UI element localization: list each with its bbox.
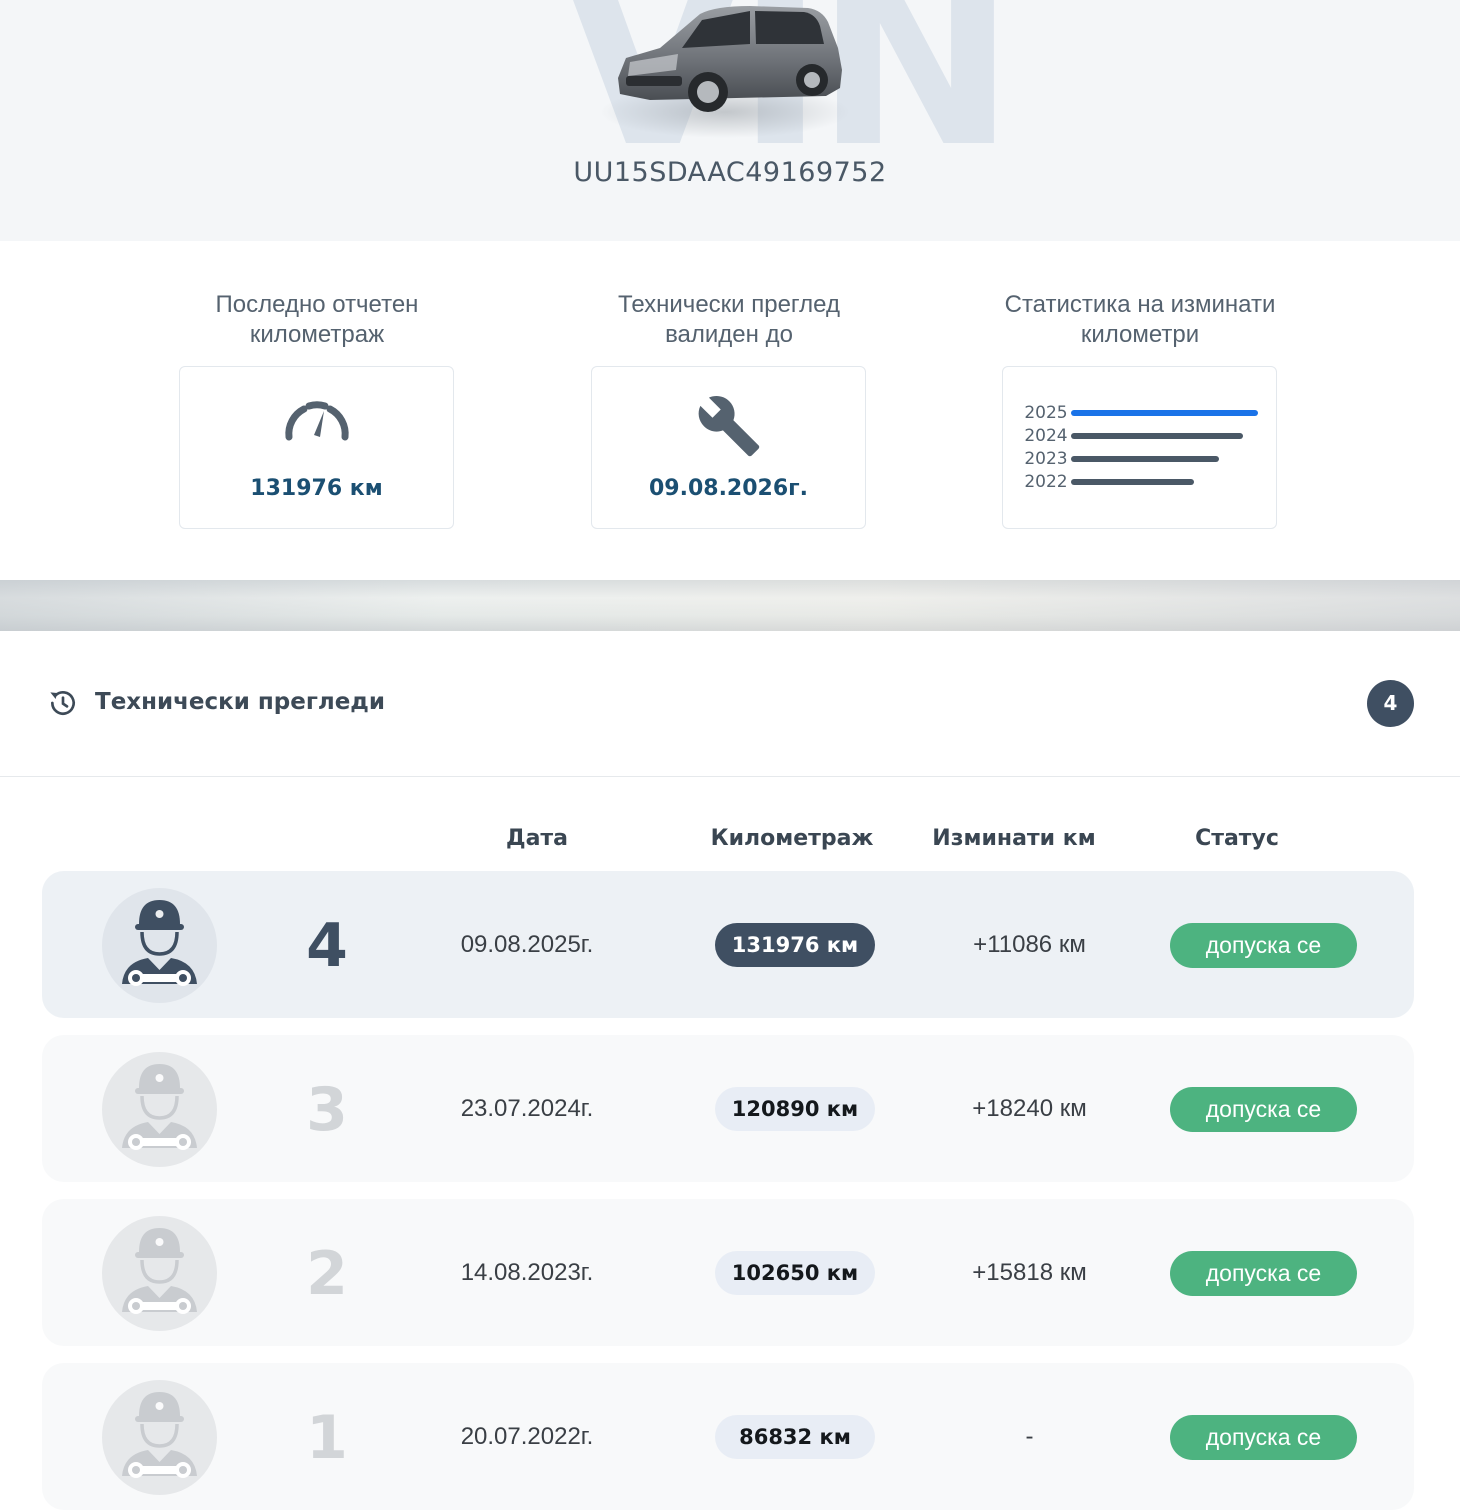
inspection-number: 2: [306, 1239, 348, 1309]
stat-title: Последно отчетен километраж: [215, 291, 419, 348]
mechanic-icon: [120, 1226, 199, 1316]
km-year-bar: [1071, 433, 1243, 439]
km-year-label: 2024: [1024, 426, 1068, 446]
km-statistics-chart[interactable]: 2025 2024 2023 2022: [1002, 366, 1277, 529]
table-row[interactable]: 2 14.08.2023г. 102650 км +15818 км допус…: [42, 1199, 1414, 1346]
column-header-mileage: Километраж: [710, 826, 874, 851]
inspections-count-badge: 4: [1367, 680, 1414, 727]
column-header-status: Статус: [1195, 826, 1279, 851]
km-year-label: 2025: [1024, 403, 1068, 423]
stat-last-mileage: Последно отчетен километраж 131976 км: [179, 290, 455, 529]
stat-card: 131976 км: [179, 366, 454, 529]
stat-inspection-valid: Технически преглед валиден до 09.08.2026…: [591, 290, 867, 529]
km-year-label: 2022: [1024, 472, 1068, 492]
km-year-row-2024: 2024: [1021, 426, 1243, 446]
km-year-bar: [1071, 479, 1194, 485]
mileage-badge: 131976 км: [715, 923, 875, 967]
section-title: Технически прегледи: [95, 689, 385, 715]
stat-title: Статистика на изминати километри: [1004, 291, 1276, 348]
stat-card: 09.08.2026г.: [591, 366, 866, 529]
status-badge: допуска се: [1170, 1251, 1357, 1296]
inspection-number: 1: [306, 1403, 348, 1473]
km-year-label: 2023: [1024, 449, 1068, 469]
mechanic-avatar: [102, 1052, 217, 1167]
driven-km: -: [1025, 1423, 1034, 1450]
km-year-bar: [1071, 410, 1258, 416]
decorative-band: [0, 580, 1460, 631]
mechanic-avatar: [102, 1216, 217, 1331]
mechanic-icon: [120, 898, 199, 988]
inspection-date: 14.08.2023г.: [460, 1259, 594, 1286]
status-badge: допуска се: [1170, 1087, 1357, 1132]
mileage-badge: 102650 км: [715, 1251, 875, 1295]
driven-km: +11086 км: [973, 931, 1086, 958]
stat-km-statistics[interactable]: Статистика на изминати километри 2025 202…: [1002, 290, 1278, 529]
vin-number: UU15SDAAC49169752: [573, 157, 887, 188]
inspection-date: 09.08.2025г.: [460, 931, 594, 958]
mileage-badge: 86832 км: [715, 1415, 875, 1459]
inspection-date: 20.07.2022г.: [460, 1423, 594, 1450]
km-year-row-2025: 2025: [1021, 403, 1258, 423]
km-year-row-2022: 2022: [1021, 472, 1194, 492]
column-header-date: Дата: [505, 826, 569, 851]
table-row[interactable]: 3 23.07.2024г. 120890 км +18240 км допус…: [42, 1035, 1414, 1182]
table-row[interactable]: 1 20.07.2022г. 86832 км - допуска се: [42, 1363, 1414, 1510]
inspection-number: 3: [306, 1075, 348, 1145]
history-icon: [50, 691, 75, 715]
car-image: [600, 6, 850, 138]
inspection-date: 23.07.2024г.: [460, 1095, 594, 1122]
stat-value: 09.08.2026г.: [648, 476, 809, 501]
status-badge: допуска се: [1170, 923, 1357, 968]
mechanic-avatar: [102, 888, 217, 1003]
vehicle-hero: VIN UU15SDAAC49169752: [0, 0, 1460, 241]
stat-value: 131976 км: [250, 476, 383, 501]
column-header-driven: Изминати км: [932, 826, 1096, 851]
inspections-header[interactable]: Технически прегледи 4: [0, 631, 1460, 777]
mileage-badge: 120890 км: [715, 1087, 875, 1131]
status-badge: допуска се: [1170, 1415, 1357, 1460]
driven-km: +15818 км: [972, 1259, 1087, 1286]
km-year-row-2023: 2023: [1021, 449, 1219, 469]
stat-title: Технически преглед валиден до: [618, 291, 840, 348]
speedometer-icon: [284, 401, 349, 441]
table-row[interactable]: 4 09.08.2025г. 131976 км +11086 км допус…: [42, 871, 1414, 1018]
mechanic-icon: [120, 1390, 199, 1480]
inspection-number: 4: [306, 911, 348, 981]
driven-km: +18240 км: [972, 1095, 1087, 1122]
wrench-icon: [698, 396, 759, 457]
mechanic-icon: [120, 1062, 199, 1152]
km-year-bar: [1071, 456, 1219, 462]
mechanic-avatar: [102, 1380, 217, 1495]
